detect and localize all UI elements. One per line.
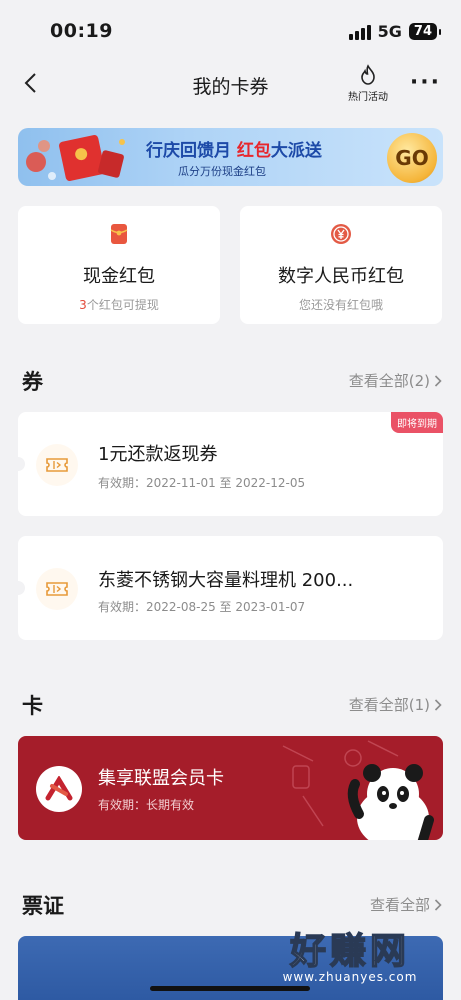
banner-subtitle: 瓜分万份现金红包 [178,165,266,178]
status-time: 00:19 [50,20,113,42]
banner-title-highlight: 红包 [236,141,271,161]
view-all-label: 查看全部(2) [348,372,430,390]
view-all-label: 查看全部 [369,896,430,914]
coupon-validity: 有效期：2022-08-25 至 2023-01-07 [98,600,306,614]
coupon-notch [18,457,25,471]
tickets-view-all-link[interactable]: 查看全部 [370,894,442,915]
watermark-title: 好赚网 [289,930,410,973]
member-card-name: 集享联盟会员卡 [98,768,224,789]
wallet-title: 现金红包 [83,266,155,287]
promo-banner[interactable]: 行庆回馈月 红包大派送 瓜分万份现金红包 GO [18,128,443,186]
flame-icon [361,64,375,85]
coupons-view-all-link[interactable]: 查看全部(2) [349,370,442,391]
banner-title: 行庆回馈月 红包大派送 [146,136,322,161]
coupon-name: 东菱不锈钢大容量料理机 200... [98,570,354,591]
tickets-section-header: 票证 查看全部 [22,890,442,920]
banner-title-pre: 行庆回馈月 [146,141,237,161]
cash-red-packet-card[interactable]: 现金红包 3个红包可提现 [18,206,220,324]
cards-view-all-link[interactable]: 查看全部(1) [349,694,442,715]
coupon-notch [18,581,25,595]
status-bar: 00:19 5G 74 [0,0,461,60]
banner-go-button[interactable]: GO [387,133,437,183]
battery-icon: 74 [408,23,442,40]
ticket-icon [36,444,78,486]
hot-activities-label: 热门活动 [348,92,388,103]
cards-section-header: 卡 查看全部(1) [22,690,442,720]
signal-icon [348,24,371,40]
chevron-right-icon [434,698,442,711]
wallet-subtitle: 3个红包可提现 [18,296,220,313]
panda-illustration [282,740,434,840]
member-card-validity: 有效期：长期有效 [98,798,195,812]
chevron-right-icon [434,898,442,911]
coupon-item[interactable]: 东菱不锈钢大容量料理机 200... 有效期：2022-08-25 至 2023… [18,536,443,640]
wallet-subtitle-text: 个红包可提现 [86,298,159,312]
wallet-title: 数字人民币红包 [278,266,404,287]
coupons-section-title: 券 [22,370,43,394]
hot-activities-button[interactable]: 热门活动 [340,64,396,103]
chevron-right-icon [434,374,442,387]
wallet-count: 3 [79,298,87,312]
tickets-section-title: 票证 [22,894,64,918]
coupon-name: 1元还款返现券 [98,444,218,465]
view-all-label: 查看全部(1) [348,696,430,714]
coupon-validity: 有效期：2022-11-01 至 2022-12-05 [98,476,306,490]
cards-section-title: 卡 [22,694,43,718]
red-envelope-illustration [26,135,125,181]
nav-bar: 我的卡券 热门活动 ··· [0,60,461,108]
site-watermark: 好赚网 www.zhuanyes.com [250,922,450,992]
expiring-soon-badge: 即将到期 [391,412,443,433]
digital-rmb-icon [331,224,351,244]
home-indicator[interactable] [150,986,310,991]
more-menu-button[interactable]: ··· [410,70,441,95]
digital-rmb-red-packet-card[interactable]: 数字人民币红包 您还没有红包哦 [240,206,442,324]
ticket-icon [36,568,78,610]
status-indicators: 5G 74 [348,22,442,41]
member-logo-icon [36,766,82,812]
wallet-subtitle: 您还没有红包哦 [240,296,442,313]
coupons-section-header: 券 查看全部(2) [22,366,442,396]
network-type: 5G [377,22,402,41]
coupon-item[interactable]: 1元还款返现券 有效期：2022-11-01 至 2022-12-05 即将到期 [18,412,443,516]
banner-title-post: 大派送 [270,141,322,161]
red-envelope-icon [110,224,128,244]
member-card[interactable]: 集享联盟会员卡 有效期：长期有效 [18,736,443,840]
watermark-url: www.zhuanyes.com [282,970,418,984]
wallet-subtitle-text: 您还没有红包哦 [298,298,383,312]
